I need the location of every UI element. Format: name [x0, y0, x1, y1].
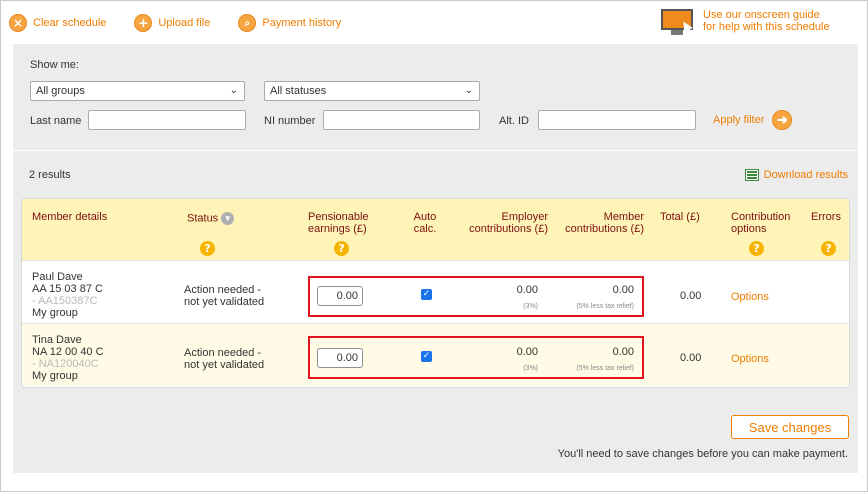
status-line-1: Action needed -: [184, 284, 262, 296]
header-member-line2: contributions (£): [565, 223, 644, 235]
header-employer-line1: Employer: [501, 211, 548, 223]
header-pensionable-line2: earnings (£): [308, 223, 367, 235]
header-total: Total (£): [660, 211, 700, 223]
header-options: Contribution options: [731, 211, 790, 235]
header-pensionable-line1: Pensionable: [308, 211, 369, 223]
schedule-page: × Clear schedule + Upload file ⌕ Payment…: [0, 0, 868, 492]
total-amount: 0.00: [680, 290, 702, 302]
results-count: 2 results: [29, 169, 71, 181]
member-name: Tina Dave: [32, 334, 82, 346]
options-link[interactable]: Options: [731, 291, 769, 303]
help-icon[interactable]: ?: [749, 241, 764, 256]
member-ni: NA 12 00 40 C: [32, 346, 104, 358]
table-row: Paul Dave AA 15 03 87 C - AA150387C My g…: [22, 260, 849, 323]
groups-select-value: All groups: [36, 85, 85, 97]
spreadsheet-icon: [744, 169, 759, 181]
guide-line-2: for help with this schedule: [703, 21, 830, 33]
header-member-line1: Member: [603, 211, 644, 223]
help-icon[interactable]: ?: [334, 241, 349, 256]
header-auto-calc: Auto calc.: [408, 211, 442, 235]
table-header: Member details Status ▼ Pensionable earni…: [22, 199, 849, 260]
search-icon: ⌕: [238, 14, 257, 32]
clear-schedule-link[interactable]: × Clear schedule: [9, 14, 106, 32]
results-panel: 2 results Download results Member detail…: [13, 151, 858, 473]
download-results-link[interactable]: Download results: [744, 169, 848, 181]
filter-panel: Show me: All groups ⌄ All statuses ⌄ Las…: [13, 44, 858, 150]
member-group: My group: [32, 307, 78, 319]
sort-icon[interactable]: ▼: [221, 212, 235, 225]
upload-file-label: Upload file: [158, 17, 211, 29]
member-ni: AA 15 03 87 C: [32, 283, 103, 295]
header-pensionable: Pensionable earnings (£): [308, 211, 369, 235]
save-changes-button[interactable]: Save changes: [731, 415, 849, 439]
chevron-down-icon: ⌄: [229, 85, 238, 96]
help-icon[interactable]: ?: [821, 241, 836, 256]
plus-icon: +: [134, 14, 153, 32]
onscreen-guide-link[interactable]: Use our onscreen guide for help with thi…: [661, 9, 830, 35]
member-alt-id: - AA150387C: [32, 295, 98, 307]
options-link[interactable]: Options: [731, 353, 769, 365]
alt-id-input[interactable]: [538, 110, 696, 130]
contributions-table: Member details Status ▼ Pensionable earni…: [21, 198, 850, 388]
header-employer-line2: contributions (£): [469, 223, 548, 235]
upload-file-link[interactable]: + Upload file: [134, 14, 210, 32]
table-row: Tina Dave NA 12 00 40 C - NA120040C My g…: [22, 323, 849, 386]
status-line-2: not yet validated: [184, 296, 265, 308]
apply-filter-label: Apply filter: [713, 114, 765, 126]
show-me-label: Show me:: [30, 59, 79, 71]
header-auto-line2: calc.: [413, 223, 437, 235]
header-errors: Errors: [811, 211, 841, 223]
apply-filter-button[interactable]: Apply filter ➜: [713, 110, 793, 130]
header-options-line1: Contribution: [731, 211, 791, 223]
header-status-label: Status: [187, 212, 219, 225]
status-line-1: Action needed -: [184, 347, 262, 359]
header-member-details: Member details: [32, 211, 108, 223]
last-name-input[interactable]: [88, 110, 246, 130]
highlight-box: [308, 276, 644, 317]
guide-text: Use our onscreen guide for help with thi…: [703, 9, 830, 33]
header-auto-line1: Auto: [413, 211, 437, 223]
member-group: My group: [32, 370, 78, 382]
close-icon: ×: [9, 14, 27, 32]
groups-select[interactable]: All groups ⌄: [30, 81, 245, 101]
ni-number-input[interactable]: [323, 110, 480, 130]
last-name-label: Last name: [30, 115, 82, 127]
guide-line-1: Use our onscreen guide: [703, 9, 820, 21]
payment-history-link[interactable]: ⌕ Payment history: [238, 14, 341, 32]
clear-schedule-label: Clear schedule: [33, 17, 107, 29]
status-line-2: not yet validated: [184, 359, 265, 371]
header-employer: Employer contributions (£): [452, 211, 548, 235]
chevron-down-icon: ⌄: [464, 85, 473, 96]
header-status[interactable]: Status ▼: [187, 212, 235, 225]
save-changes-note: You'll need to save changes before you c…: [557, 448, 848, 460]
payment-history-label: Payment history: [262, 17, 342, 29]
ni-number-label: NI number: [264, 115, 316, 127]
header-member-contrib: Member contributions (£): [552, 211, 644, 235]
download-results-label: Download results: [763, 169, 848, 181]
statuses-select-value: All statuses: [270, 85, 327, 97]
alt-id-label: Alt. ID: [499, 115, 529, 127]
monitor-icon: [661, 9, 695, 35]
member-alt-id: - NA120040C: [32, 358, 99, 370]
statuses-select[interactable]: All statuses ⌄: [264, 81, 480, 101]
toolbar: × Clear schedule + Upload file ⌕ Payment…: [9, 9, 369, 37]
help-icon[interactable]: ?: [200, 241, 215, 256]
member-name: Paul Dave: [32, 271, 83, 283]
total-amount: 0.00: [680, 352, 702, 364]
header-options-line2: options: [731, 223, 767, 235]
highlight-box: [308, 336, 644, 379]
arrow-right-icon: ➜: [772, 110, 793, 130]
